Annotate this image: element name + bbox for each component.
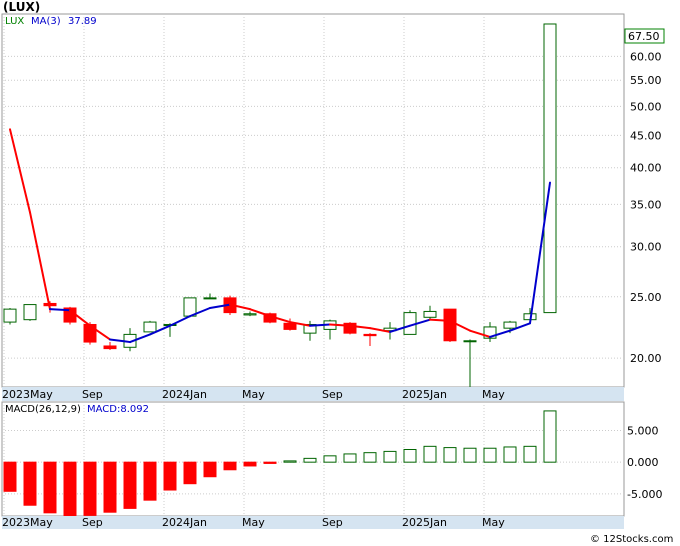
last-price-label: 67.50	[628, 30, 660, 43]
macd-tick-label: 5.000	[627, 425, 659, 438]
price-tick-label: 20.00	[630, 352, 662, 365]
candle-body	[423, 310, 437, 318]
macd-bar	[23, 461, 37, 506]
macd-bar	[543, 410, 557, 463]
x-tick-label: 2025Jan	[402, 516, 447, 529]
legend-lux: LUX	[5, 16, 24, 27]
price-tick-label: 25.00	[630, 291, 662, 304]
macd-bar	[363, 452, 377, 463]
x-tick-label: Sep	[82, 516, 103, 529]
macd-bar	[383, 450, 397, 463]
macd-bar	[183, 461, 197, 485]
macd-legend: MACD(26,12,9) MACD:8.092	[5, 404, 149, 415]
price-legend: LUX MA(3) 37.89	[5, 16, 97, 27]
macd-bar	[223, 461, 237, 471]
x-tick-label: May	[242, 388, 265, 401]
macd-bar	[43, 461, 57, 514]
candle-body	[503, 321, 517, 329]
credit-label: © 12Stocks.com	[590, 534, 673, 545]
macd-bar	[83, 461, 97, 516]
macd-bar	[163, 461, 177, 491]
x-tick-label: 2024Jan	[162, 516, 207, 529]
x-tick-label: May	[482, 388, 505, 401]
x-tick-label: 2024Jan	[162, 388, 207, 401]
macd-bar	[3, 461, 17, 492]
macd-bar	[443, 447, 457, 463]
candle-body	[443, 308, 457, 342]
macd-bar	[63, 461, 77, 518]
candle-body	[23, 304, 37, 321]
candle-body	[243, 313, 257, 316]
candle-body	[543, 23, 557, 314]
ma-segment	[49, 308, 71, 312]
candle-body	[103, 345, 117, 350]
candle-body	[83, 323, 97, 343]
legend-ma-value: 37.89	[68, 16, 97, 27]
macd-bar	[263, 461, 277, 464]
macd-bar	[203, 461, 217, 478]
candle-body	[363, 333, 377, 337]
macd-bar	[123, 461, 137, 509]
ma-segment	[429, 318, 451, 322]
stock-chart: (LUX) 20.00 25.00 30.00 35.00 40.00 45.00 50.0…	[1, 0, 673, 545]
macd-bar	[463, 447, 477, 463]
candle-body	[3, 308, 17, 323]
price-panel: 20.00 25.00 30.00 35.00 40.00 45.00 50.00 55.00…	[1, 13, 665, 391]
macd-bar	[503, 446, 517, 463]
macd-bar	[323, 455, 337, 463]
macd-axis-labels: -5.000 0.000 5.000	[627, 425, 662, 501]
last-price-box: 67.50	[624, 28, 665, 44]
x-tick-label: May	[242, 516, 265, 529]
legend-ma: MA(3)	[31, 16, 61, 27]
macd-bar	[523, 445, 537, 463]
legend-macd-params: MACD(26,12,9)	[5, 404, 81, 415]
macd-bar	[343, 453, 357, 463]
candle-body	[143, 321, 157, 333]
price-tick-label: 40.00	[630, 162, 662, 175]
price-tick-label: 35.00	[630, 198, 662, 211]
x-tick-label: Sep	[322, 516, 343, 529]
chart-title: (LUX)	[3, 0, 40, 14]
macd-bar	[303, 457, 317, 463]
price-tick-label: 50.00	[630, 100, 662, 113]
candle-body	[463, 340, 477, 343]
macd-bar	[243, 461, 257, 467]
macd-panel: -5.000 0.000 5.000 MACD(26,12,9) MACD:8.09…	[1, 401, 662, 518]
x-tick-label: 2023May	[2, 388, 53, 401]
candle-body	[283, 322, 297, 330]
x-tick-label: 2025Jan	[402, 388, 447, 401]
ma-segment	[329, 323, 351, 327]
macd-bar	[483, 447, 497, 463]
macd-bar	[423, 445, 437, 463]
macd-bar	[143, 461, 157, 501]
price-tick-label: 45.00	[630, 129, 662, 142]
legend-macd-value: MACD:8.092	[87, 404, 149, 415]
candle-body	[203, 297, 217, 300]
x-tick-label: Sep	[82, 388, 103, 401]
price-tick-label: 30.00	[630, 241, 662, 254]
macd-bar	[283, 460, 297, 463]
macd-tick-label: 0.000	[627, 456, 659, 469]
x-tick-label: May	[482, 516, 505, 529]
macd-bar	[403, 449, 417, 463]
x-tick-label: Sep	[322, 388, 343, 401]
macd-bar	[103, 461, 117, 513]
price-axis-labels: 20.00 25.00 30.00 35.00 40.00 45.00 50.00 55.00…	[630, 50, 662, 365]
price-tick-label: 60.00	[630, 50, 662, 63]
macd-tick-label: -5.000	[627, 488, 662, 501]
price-tick-label: 55.00	[630, 74, 662, 87]
x-tick-label: 2023May	[2, 516, 53, 529]
ma-segment	[309, 323, 331, 327]
